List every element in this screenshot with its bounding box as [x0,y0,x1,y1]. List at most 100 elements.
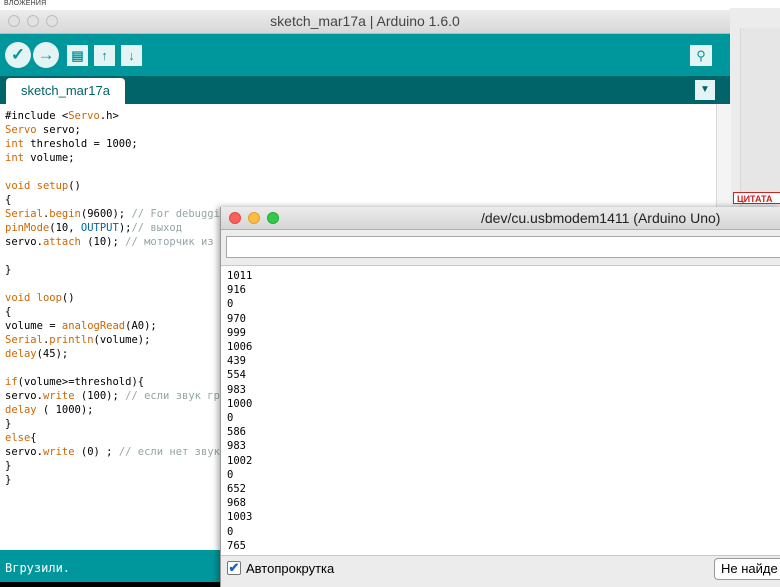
code-token: } [5,474,12,486]
code-token: (100); [74,390,126,402]
serial-output-line: 439 [227,355,246,368]
ide-tabbar: sketch_mar17a ▼ [0,76,730,104]
code-line: Servo servo; [5,123,81,137]
code-token: write [42,446,75,458]
quote-button[interactable]: ЦИТАТА [733,192,780,204]
serial-output-line: 1002 [227,454,253,467]
serial-output-line: 916 [227,284,246,297]
code-token: Serial [5,208,43,220]
code-token: int [5,152,24,164]
code-line: delay(45); [5,347,68,361]
code-token: int [5,138,24,150]
status-message: Вгрузили. [5,561,71,575]
code-token: pinMode [5,222,50,234]
code-token: .h> [99,110,119,122]
ide-toolbar: ✓ → ▤ ↑ ↓ ⚲ [0,34,730,76]
serial-output-line: 1006 [227,341,253,353]
code-token: } [5,418,12,430]
code-line: servo.write (100); // если звук гро [5,389,226,403]
serial-output-line: 1000 [227,397,253,410]
serial-output-area[interactable]: 1011 916 0 970 999 1006 439 554 983 1000 0 586 983 10… [221,265,780,556]
code-line: } [5,263,11,277]
code-line: void loop() [5,291,75,305]
verify-button[interactable]: ✓ [5,42,31,68]
tab-sketch-mar17a[interactable]: sketch_mar17a [6,78,125,104]
code-token: Serial [5,334,43,346]
code-token: (A0); [125,320,157,332]
code-token: ); [118,222,132,234]
code-line: void setup() [5,179,81,193]
code-token: volume = [5,320,62,332]
code-token: begin [49,208,81,220]
tab-menu-button[interactable]: ▼ [695,80,715,100]
serial-output-line: 999 [227,326,246,339]
triangle-down-icon: ▼ [700,84,710,95]
code-token: (volume>=threshold){ [17,376,145,388]
serial-window-title: /dev/cu.usbmodem1411 (Arduino Uno) [481,210,721,226]
new-sketch-button[interactable]: ▤ [67,45,88,66]
serial-output-line: 968 [227,497,246,510]
serial-monitor-button[interactable]: ⚲ [690,45,712,66]
serial-monitor-window: /dev/cu.usbmodem1411 (Arduino Uno) 1011 9… [220,207,780,587]
code-line: else{ [5,431,37,445]
code-token: servo. [5,446,43,458]
code-token: OUTPUT [80,222,119,234]
code-line: int threshold = 1000; [5,137,138,151]
code-token: write [42,390,75,402]
code-token: (0) ; [74,446,119,458]
code-token: // моторчик из по [125,236,233,248]
code-line: volume = analogRead(A0); [5,319,157,333]
magnifier-icon: ⚲ [696,48,706,63]
code-token: delay [5,348,37,360]
serial-bottom-bar: ✔ Автопрокрутка Не найде [221,555,780,587]
code-token: threshold = 1000; [23,138,138,150]
code-token: analogRead [61,320,126,332]
code-line: } [5,473,11,487]
serial-output-line: 0 [227,298,234,311]
code-line: { [5,305,11,319]
serial-send-input[interactable] [226,236,780,258]
serial-output-line: 970 [227,312,246,325]
serial-output-line: 586 [227,426,246,439]
code-line: #include <Servo.h> [5,109,119,123]
new-file-icon: ▤ [71,48,84,63]
serial-output-line: 0 [227,468,234,481]
code-token: (9600); [80,208,132,220]
code-token: else [5,432,31,444]
code-token: // выход [131,222,183,234]
arrow-right-icon: → [37,45,55,64]
arrow-up-icon: ↑ [101,48,108,63]
code-token: (10); [80,236,126,248]
checkmark-icon: ✔ [228,560,240,575]
code-token: setup [36,180,69,192]
autoscroll-checkbox[interactable]: ✔ [227,561,241,575]
code-token: { [5,306,12,318]
code-line: servo.write (0) ; // если нет звука [5,445,226,459]
code-token: { [30,432,37,444]
code-token: println [49,334,94,346]
code-token: () [61,292,75,304]
code-token: servo. [5,236,43,248]
code-line: pinMode(10, OUTPUT);// выход [5,221,182,235]
serial-close-button[interactable] [229,212,241,224]
code-token: // если нет звука [118,446,227,458]
serial-output-line: 0 [227,525,234,538]
code-token: attach [42,236,81,248]
arrow-down-icon: ↓ [128,48,135,63]
code-token: (volume); [93,334,151,346]
open-sketch-button[interactable]: ↑ [94,45,115,66]
save-sketch-button[interactable]: ↓ [121,45,142,66]
line-ending-dropdown[interactable]: Не найде [714,558,780,580]
code-line: if(volume>=threshold){ [5,375,144,389]
serial-zoom-button[interactable] [267,212,279,224]
code-line: servo.attach (10); // моторчик из по [5,235,233,249]
code-line: { [5,193,11,207]
code-token: #include < [5,110,69,122]
serial-output-line: 983 [227,383,246,396]
serial-titlebar: /dev/cu.usbmodem1411 (Arduino Uno) [221,207,780,230]
serial-minimize-button[interactable] [248,212,260,224]
code-token: Servo [5,124,37,136]
upload-button[interactable]: → [33,42,59,68]
check-icon: ✓ [10,45,26,64]
serial-output-line: 1003 [227,511,253,524]
